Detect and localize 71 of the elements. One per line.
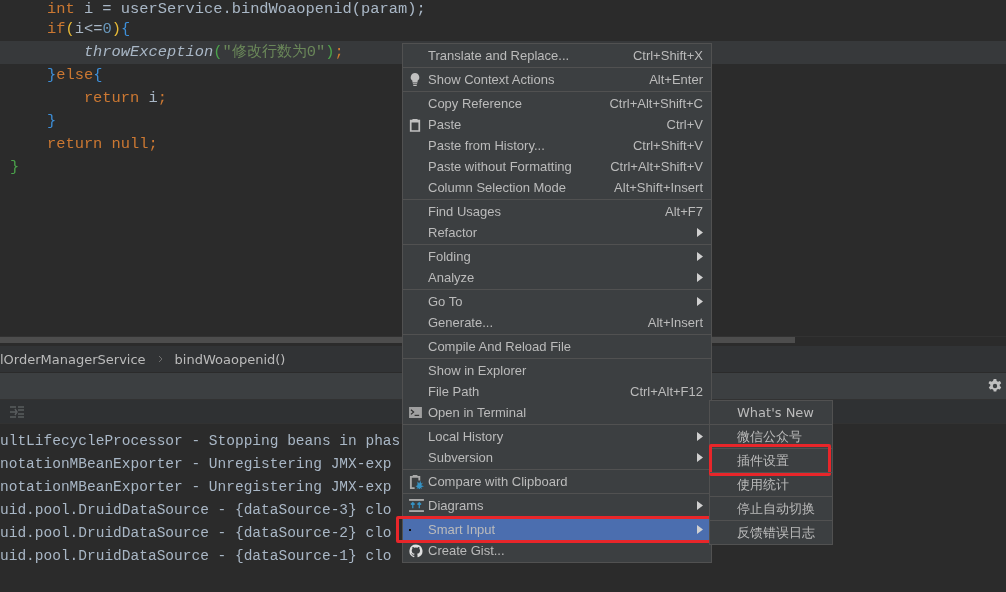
menu-item[interactable]: Generate... Alt+Insert — [403, 312, 711, 333]
shortcut-text: Alt+F7 — [665, 204, 703, 219]
menu-item[interactable]: 插件设置 — [710, 448, 832, 472]
shortcut-text: Ctrl+Alt+Shift+V — [610, 159, 703, 174]
console-line: uid.pool.DruidDataSource - {dataSource-3} clo — [0, 501, 392, 520]
soft-wrap-icon[interactable] — [10, 405, 24, 418]
menu-item[interactable]: Folding — [403, 246, 711, 267]
menu-item[interactable]: Compile And Reload File — [403, 336, 711, 357]
lightbulb-icon — [409, 72, 421, 87]
menu-item[interactable]: Go To — [403, 291, 711, 312]
shortcut-text: Alt+Insert — [647, 315, 703, 330]
code-line: }else{ — [45, 66, 103, 84]
code-line: return null; — [45, 135, 158, 153]
menu-item[interactable]: Open in Terminal — [403, 402, 711, 423]
menu-item[interactable]: Paste Ctrl+V — [403, 114, 711, 135]
submenu-arrow-icon — [697, 228, 703, 237]
code-line: if(i<=0){ — [45, 20, 131, 38]
menu-item[interactable]: 反馈错误日志 — [710, 520, 832, 544]
menu-item[interactable]: Compare with Clipboard — [403, 471, 711, 492]
menu-item[interactable]: Column Selection Mode Alt+Shift+Insert — [403, 177, 711, 198]
menu-item[interactable]: Subversion — [403, 447, 711, 468]
shortcut-text: Ctrl+Alt+F12 — [630, 384, 703, 399]
menu-item[interactable]: File Path Ctrl+Alt+F12 — [403, 381, 711, 402]
submenu-arrow-icon — [697, 501, 703, 510]
console-line: uid.pool.DruidDataSource - {dataSource-2} clo — [0, 524, 392, 543]
submenu-arrow-icon — [697, 252, 703, 261]
clipboard-icon — [409, 117, 421, 132]
submenu-arrow-icon — [697, 297, 703, 306]
shortcut-text: Ctrl+Alt+Shift+C — [609, 96, 703, 111]
menu-item[interactable]: Diagrams — [403, 495, 711, 516]
code-line: } — [45, 112, 57, 130]
shortcut-text: Alt+Shift+Insert — [614, 180, 703, 195]
menu-item[interactable]: Copy Reference Ctrl+Alt+Shift+C — [403, 93, 711, 114]
menu-item[interactable]: 停止自动切换 — [710, 496, 832, 520]
submenu-arrow-icon — [697, 432, 703, 441]
shortcut-text: Alt+Enter — [649, 72, 703, 87]
menu-item[interactable]: Refactor — [403, 222, 711, 243]
chevron-icon — [157, 355, 163, 363]
menu-item[interactable]: Translate and Replace... Ctrl+Shift+X — [403, 45, 711, 66]
menu-item[interactable]: What's New — [710, 401, 832, 424]
menu-item[interactable]: Find Usages Alt+F7 — [403, 201, 711, 222]
terminal-icon — [409, 407, 422, 418]
console-line: notationMBeanExporter - Unregistering JMX-exp — [0, 478, 392, 497]
submenu-arrow-icon — [697, 525, 703, 534]
menu-item[interactable]: Local History — [403, 426, 711, 447]
submenu-arrow-icon — [697, 453, 703, 462]
console-line: notationMBeanExporter - Unregistering JMX-exp — [0, 455, 392, 474]
menu-item[interactable]: Create Gist... — [403, 540, 711, 561]
menu-item[interactable]: Analyze — [403, 267, 711, 288]
code-line: return i; — [82, 89, 168, 107]
shortcut-text: Ctrl+V — [666, 117, 703, 132]
shortcut-text: Ctrl+Shift+V — [632, 138, 703, 153]
code-line: int i = userService.bindWoaopenid(param); — [45, 0, 426, 18]
code-line: } — [10, 158, 20, 176]
submenu-arrow-icon — [697, 273, 703, 282]
compare-icon — [409, 474, 424, 489]
cat-icon — [409, 543, 423, 558]
console-line: uid.pool.DruidDataSource - {dataSource-1} clo — [0, 547, 392, 566]
code-line: throwException("修改行数为0"); — [82, 43, 344, 61]
shortcut-text: Ctrl+Shift+X — [632, 48, 703, 63]
settings-icon[interactable] — [988, 379, 1002, 393]
menu-item[interactable]: Paste without Formatting Ctrl+Alt+Shift+V — [403, 156, 711, 177]
breadcrumb[interactable]: bindWoaopenid() — [174, 351, 286, 367]
menu-item[interactable]: Show Context Actions Alt+Enter — [403, 69, 711, 90]
menu-item[interactable]: Paste from History... Ctrl+Shift+V — [403, 135, 711, 156]
diagram-icon — [409, 499, 424, 512]
breadcrumb[interactable]: lOrderManagerService — [0, 351, 146, 367]
menu-item[interactable]: 微信公众号 — [710, 424, 832, 448]
console-line: ultLifecycleProcessor - Stopping beans in phas — [0, 432, 401, 451]
menu-item[interactable]: Show in Explorer — [403, 360, 711, 381]
menu-item[interactable]: 使用统计 — [710, 472, 832, 496]
